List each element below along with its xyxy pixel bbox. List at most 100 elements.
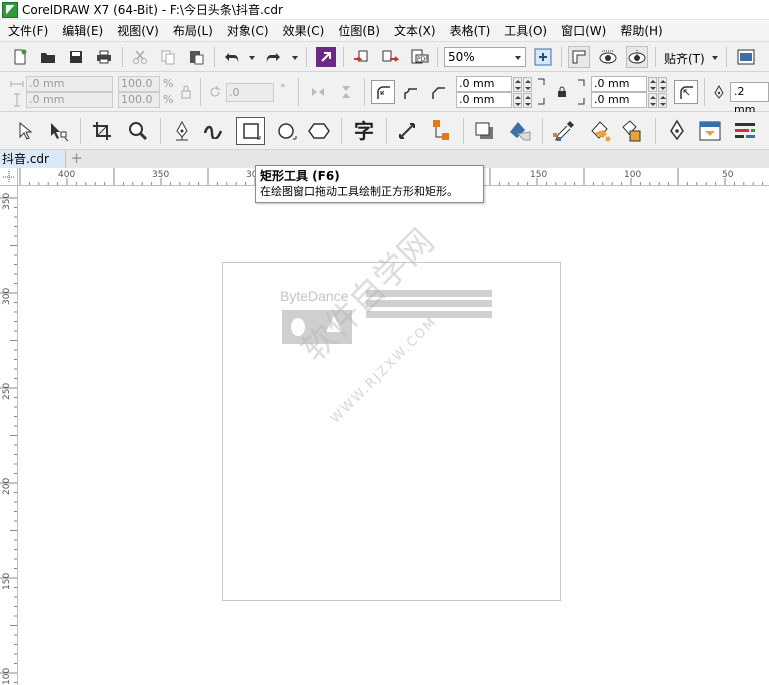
new-doc-icon[interactable] — [11, 48, 29, 66]
corel-connect-icon[interactable] — [316, 47, 336, 67]
snap-to-button[interactable]: 贴齐(T) — [664, 50, 705, 67]
ruler-origin-icon — [3, 171, 15, 183]
import-icon[interactable] — [352, 48, 372, 66]
zoom-tool-icon[interactable] — [125, 120, 151, 142]
redo-dropdown-icon[interactable] — [292, 56, 298, 60]
ruler-h-label: 350 — [152, 170, 170, 180]
mirror-horizontal-icon[interactable] — [309, 84, 327, 100]
eyedropper-icon[interactable] — [550, 118, 578, 144]
text-tool-icon[interactable]: 字 — [350, 119, 378, 143]
corner-br-spinner-b[interactable] — [658, 93, 667, 108]
options-icon[interactable] — [736, 48, 756, 66]
rotation-icon — [207, 84, 223, 100]
svg-text:PDF: PDF — [417, 56, 429, 63]
document-tab[interactable]: 抖音.cdr — [0, 150, 66, 168]
window-title: CorelDRAW X7 (64-Bit) - F:\今日头条\抖音.cdr — [22, 3, 283, 17]
corner-tr-spinner-b[interactable] — [658, 77, 667, 92]
corner-top-left-spinner[interactable] — [513, 77, 522, 92]
ellipse-tool-icon[interactable] — [274, 120, 300, 142]
corner-radius-top-left[interactable]: .0 mm — [456, 76, 512, 92]
lock-ratio-icon[interactable] — [178, 84, 194, 100]
relative-corner-scaling-icon[interactable] — [674, 80, 698, 104]
snap-dropdown-icon[interactable] — [712, 56, 718, 60]
menu-layout[interactable]: 布局(L) — [166, 22, 220, 41]
freehand-tool-icon[interactable] — [170, 120, 194, 142]
rulers-icon[interactable] — [568, 46, 590, 68]
menu-object[interactable]: 对象(C) — [220, 22, 276, 41]
crop-tool-icon[interactable] — [90, 120, 114, 142]
artistic-media-icon[interactable] — [202, 120, 226, 142]
round-corner-icon[interactable] — [371, 80, 395, 104]
cut-icon[interactable] — [131, 48, 149, 66]
menu-file[interactable]: 文件(F) — [0, 22, 55, 41]
view-icon[interactable] — [598, 47, 618, 67]
menu-edit[interactable]: 编辑(E) — [55, 22, 110, 41]
connector-tool-icon[interactable] — [428, 118, 454, 144]
shape-tool-icon[interactable] — [46, 120, 72, 142]
ruler-v-label: 100 — [2, 667, 12, 685]
save-icon[interactable] — [67, 48, 85, 66]
open-icon[interactable] — [39, 48, 57, 66]
drop-shadow-icon[interactable] — [472, 120, 498, 142]
title-bar: CorelDRAW X7 (64-Bit) - F:\今日头条\抖音.cdr — [0, 0, 769, 20]
fill-icon[interactable] — [697, 118, 723, 144]
ruler-origin-corner[interactable] — [0, 168, 18, 186]
corner-br-spinner-a[interactable] — [648, 93, 657, 108]
scale-x-field[interactable]: 100.0 — [118, 76, 160, 92]
chamfered-corner-icon[interactable] — [428, 82, 448, 102]
rotation-field[interactable]: .0 — [226, 83, 274, 102]
y-position-field[interactable]: .0 mm — [26, 92, 113, 108]
corner-bottom-left-spinner[interactable] — [513, 93, 522, 108]
document-page[interactable] — [222, 262, 561, 601]
undo-dropdown-icon[interactable] — [249, 56, 255, 60]
zoom-level-combo[interactable]: 50% — [444, 47, 526, 67]
corner-lock-icon[interactable] — [556, 84, 568, 100]
menu-bitmaps[interactable]: 位图(B) — [331, 22, 387, 41]
toolbox: 字 — [0, 112, 769, 150]
corner-bottom-right-spinner[interactable] — [523, 93, 532, 108]
transparency-icon[interactable] — [506, 118, 534, 144]
menu-view[interactable]: 视图(V) — [110, 22, 166, 41]
menu-table[interactable]: 表格(T) — [443, 22, 498, 41]
y-position-icon — [9, 93, 25, 107]
ruler-v-label: 250 — [2, 382, 12, 400]
interactive-fill-icon[interactable] — [586, 118, 614, 144]
menu-effects[interactable]: 效果(C) — [276, 22, 332, 41]
export-icon[interactable] — [380, 48, 400, 66]
outline-width-combo[interactable]: .2 mm — [730, 82, 769, 116]
zoom-fit-icon[interactable] — [533, 47, 553, 67]
menu-window[interactable]: 窗口(W) — [554, 22, 613, 41]
rectangle-tool-icon[interactable] — [236, 117, 265, 145]
copy-icon[interactable] — [159, 48, 177, 66]
corner-radius-bottom-right[interactable]: .0 mm — [591, 92, 647, 108]
vertical-ruler[interactable]: 350 300 250 200 150 100 — [0, 186, 18, 685]
pick-tool-icon[interactable] — [15, 120, 37, 142]
scalloped-corner-icon[interactable] — [400, 82, 420, 102]
add-tab-button[interactable]: + — [68, 151, 85, 167]
corner-radius-top-right[interactable]: .0 mm — [591, 76, 647, 92]
undo-icon[interactable] — [223, 48, 241, 66]
print-icon[interactable] — [95, 48, 113, 66]
x-position-field[interactable]: .0 mm — [26, 76, 113, 92]
object-manager-icon[interactable] — [731, 118, 759, 144]
corner-radius-bottom-left[interactable]: .0 mm — [456, 92, 512, 108]
ruler-v-label: 350 — [2, 192, 12, 210]
corner-tr-spinner-a[interactable] — [648, 77, 657, 92]
mirror-vertical-icon[interactable] — [337, 84, 355, 100]
menu-text[interactable]: 文本(X) — [387, 22, 443, 41]
polygon-tool-icon[interactable] — [306, 120, 334, 142]
redo-icon[interactable] — [264, 48, 282, 66]
guidelines-icon[interactable] — [626, 46, 648, 68]
outline-pen-icon[interactable] — [664, 118, 690, 144]
menu-help[interactable]: 帮助(H) — [613, 22, 669, 41]
vertical-ruler-ticks — [0, 197, 17, 683]
corner-top-right-spinner[interactable] — [523, 77, 532, 92]
corner-brackets-icon — [536, 76, 548, 108]
menu-tools[interactable]: 工具(O) — [497, 22, 554, 41]
paste-icon[interactable] — [187, 48, 205, 66]
smart-fill-icon[interactable] — [618, 118, 646, 144]
dimension-tool-icon[interactable] — [395, 120, 419, 142]
zoom-dropdown-icon[interactable] — [515, 56, 521, 60]
publish-pdf-icon[interactable]: PDF — [408, 48, 430, 66]
scale-y-field[interactable]: 100.0 — [118, 92, 160, 108]
